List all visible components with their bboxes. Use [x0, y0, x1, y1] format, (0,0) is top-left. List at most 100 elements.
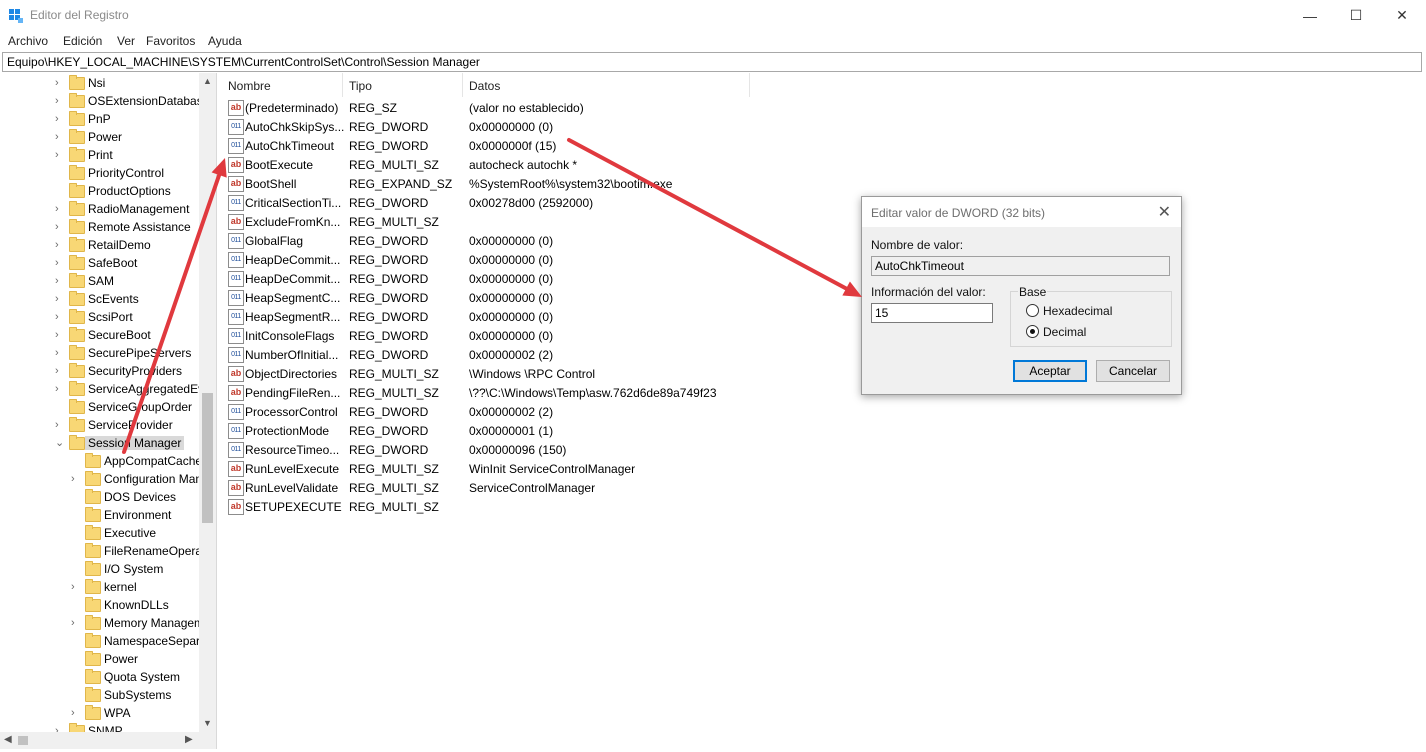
- tree-item[interactable]: › Print: [0, 146, 200, 164]
- value-row[interactable]: ab SETUPEXECUTE REG_MULTI_SZ: [221, 497, 821, 516]
- scroll-thumb[interactable]: [202, 393, 213, 523]
- tree-item[interactable]: ProductOptions: [0, 182, 200, 200]
- chevron-right-icon[interactable]: ›: [55, 221, 63, 233]
- tree-item[interactable]: › OSExtensionDatabase: [0, 92, 209, 110]
- chevron-right-icon[interactable]: ›: [71, 617, 79, 629]
- hexadecimal-radio[interactable]: [1026, 304, 1039, 317]
- tree-item[interactable]: Power: [0, 650, 200, 668]
- value-row[interactable]: ab BootExecute REG_MULTI_SZ autocheck autoc…: [221, 155, 821, 174]
- tree-item[interactable]: Executive: [0, 524, 200, 542]
- tree-item[interactable]: PriorityControl: [0, 164, 200, 182]
- tree-item[interactable]: I/O System: [0, 560, 200, 578]
- tree-item[interactable]: › SecureBoot: [0, 326, 200, 344]
- tree-item[interactable]: › RetailDemo: [0, 236, 200, 254]
- menu-edicion[interactable]: Edición: [63, 34, 102, 48]
- value-row[interactable]: 011 InitConsoleFlags REG_DWORD 0x00000000 (…: [221, 326, 821, 345]
- tree-item[interactable]: › SecurityProviders: [0, 362, 200, 380]
- scroll-right-icon[interactable]: ▶: [185, 734, 193, 745]
- column-header-tipo[interactable]: Tipo: [343, 73, 463, 97]
- tree-item[interactable]: Quota System: [0, 668, 200, 686]
- tree-item[interactable]: › SafeBoot: [0, 254, 200, 272]
- value-row[interactable]: 011 HeapSegmentC... REG_DWORD 0x00000000 (0…: [221, 288, 821, 307]
- scroll-down-icon[interactable]: ▼: [203, 718, 212, 728]
- chevron-down-icon[interactable]: ⌄: [55, 437, 64, 449]
- tree-item[interactable]: › ServiceProvider: [0, 416, 200, 434]
- value-row[interactable]: 011 ResourceTimeo... REG_DWORD 0x00000096 (…: [221, 440, 821, 459]
- value-row[interactable]: 011 CriticalSectionTi... REG_DWORD 0x00278d…: [221, 193, 821, 212]
- menu-archivo[interactable]: Archivo: [8, 34, 48, 48]
- tree-item[interactable]: › ServiceAggregatedEvents: [0, 380, 216, 398]
- value-row[interactable]: 011 ProtectionMode REG_DWORD 0x00000001 (1): [221, 421, 821, 440]
- value-row[interactable]: ab RunLevelValidate REG_MULTI_SZ ServiceCon…: [221, 478, 821, 497]
- address-bar[interactable]: Equipo\HKEY_LOCAL_MACHINE\SYSTEM\Current…: [2, 52, 1422, 72]
- scroll-left-icon[interactable]: ◀: [4, 734, 12, 745]
- tree-item[interactable]: AppCompatCache: [0, 452, 202, 470]
- column-header-nombre[interactable]: Nombre: [221, 73, 343, 97]
- key-tree[interactable]: › Nsi › OSExtensionDatabase › PnP › Power › Print…: [0, 73, 217, 749]
- chevron-right-icon[interactable]: ›: [55, 131, 63, 143]
- dialog-close-icon[interactable]: ✕: [1158, 202, 1171, 222]
- chevron-right-icon[interactable]: ›: [55, 347, 63, 359]
- tree-horizontal-scrollbar[interactable]: ◀ ▶: [0, 732, 199, 749]
- minimize-button[interactable]: —: [1287, 0, 1333, 31]
- chevron-right-icon[interactable]: ›: [55, 95, 63, 107]
- value-row[interactable]: 011 HeapSegmentR... REG_DWORD 0x00000000 (0…: [221, 307, 821, 326]
- value-row[interactable]: 011 AutoChkTimeout REG_DWORD 0x0000000f (15…: [221, 136, 821, 155]
- tree-item[interactable]: › SAM: [0, 272, 200, 290]
- tree-item[interactable]: › WPA: [0, 704, 200, 722]
- chevron-right-icon[interactable]: ›: [55, 239, 63, 251]
- tree-item[interactable]: › ScEvents: [0, 290, 200, 308]
- ok-button[interactable]: Aceptar: [1013, 360, 1087, 382]
- tree-vertical-scrollbar[interactable]: ▲ ▼: [199, 73, 216, 732]
- menu-ver[interactable]: Ver: [117, 34, 135, 48]
- tree-item[interactable]: › kernel: [0, 578, 200, 596]
- tree-item[interactable]: › Memory Management: [0, 614, 216, 632]
- column-header-datos[interactable]: Datos: [463, 73, 749, 97]
- value-row[interactable]: 011 HeapDeCommit... REG_DWORD 0x00000000 (0…: [221, 250, 821, 269]
- cancel-button[interactable]: Cancelar: [1096, 360, 1170, 382]
- chevron-right-icon[interactable]: ›: [55, 113, 63, 125]
- value-row[interactable]: 011 HeapDeCommit... REG_DWORD 0x00000000 (0…: [221, 269, 821, 288]
- values-list[interactable]: Nombre Tipo Datos ab (Predeterminado) REG_…: [221, 73, 1426, 749]
- tree-item[interactable]: › Remote Assistance: [0, 218, 200, 236]
- chevron-right-icon[interactable]: ›: [55, 383, 63, 395]
- value-row[interactable]: ab (Predeterminado) REG_SZ (valor no establ…: [221, 98, 821, 117]
- tree-item[interactable]: › Power: [0, 128, 200, 146]
- value-row[interactable]: ab PendingFileRen... REG_MULTI_SZ \??\C:\Wi…: [221, 383, 821, 402]
- scroll-thumb-horizontal[interactable]: [18, 736, 28, 745]
- decimal-radio[interactable]: [1026, 325, 1039, 338]
- tree-item[interactable]: DOS Devices: [0, 488, 200, 506]
- chevron-right-icon[interactable]: ›: [55, 149, 63, 161]
- menu-favoritos[interactable]: Favoritos: [146, 34, 195, 48]
- chevron-right-icon[interactable]: ›: [55, 77, 63, 89]
- chevron-right-icon[interactable]: ›: [55, 293, 63, 305]
- tree-item[interactable]: KnownDLLs: [0, 596, 200, 614]
- tree-item[interactable]: NamespaceSeparation: [0, 632, 216, 650]
- scroll-up-icon[interactable]: ▲: [203, 76, 212, 86]
- value-row[interactable]: ab ExcludeFromKn... REG_MULTI_SZ: [221, 212, 821, 231]
- chevron-right-icon[interactable]: ›: [55, 365, 63, 377]
- tree-item[interactable]: Environment: [0, 506, 200, 524]
- chevron-right-icon[interactable]: ›: [55, 419, 63, 431]
- chevron-right-icon[interactable]: ›: [55, 311, 63, 323]
- decimal-label[interactable]: Decimal: [1043, 325, 1086, 339]
- value-row[interactable]: 011 NumberOfInitial... REG_DWORD 0x00000002…: [221, 345, 821, 364]
- tree-item[interactable]: SubSystems: [0, 686, 200, 704]
- chevron-right-icon[interactable]: ›: [55, 329, 63, 341]
- value-row[interactable]: ab ObjectDirectories REG_MULTI_SZ \Windows …: [221, 364, 821, 383]
- value-row[interactable]: ab RunLevelExecute REG_MULTI_SZ WinInit Ser…: [221, 459, 821, 478]
- chevron-right-icon[interactable]: ›: [71, 707, 79, 719]
- maximize-button[interactable]: ☐: [1333, 0, 1379, 31]
- value-row[interactable]: 011 ProcessorControl REG_DWORD 0x00000002 (…: [221, 402, 821, 421]
- menu-ayuda[interactable]: Ayuda: [208, 34, 242, 48]
- chevron-right-icon[interactable]: ›: [55, 203, 63, 215]
- chevron-right-icon[interactable]: ›: [71, 581, 79, 593]
- value-row[interactable]: 011 AutoChkSkipSys... REG_DWORD 0x00000000 …: [221, 117, 821, 136]
- value-row[interactable]: 011 GlobalFlag REG_DWORD 0x00000000 (0): [221, 231, 821, 250]
- tree-item[interactable]: ServiceGroupOrder: [0, 398, 200, 416]
- tree-item[interactable]: › Nsi: [0, 74, 200, 92]
- tree-item[interactable]: FileRenameOperations: [0, 542, 216, 560]
- value-data-input[interactable]: 15: [871, 303, 993, 323]
- tree-item[interactable]: › RadioManagement: [0, 200, 200, 218]
- chevron-right-icon[interactable]: ›: [55, 257, 63, 269]
